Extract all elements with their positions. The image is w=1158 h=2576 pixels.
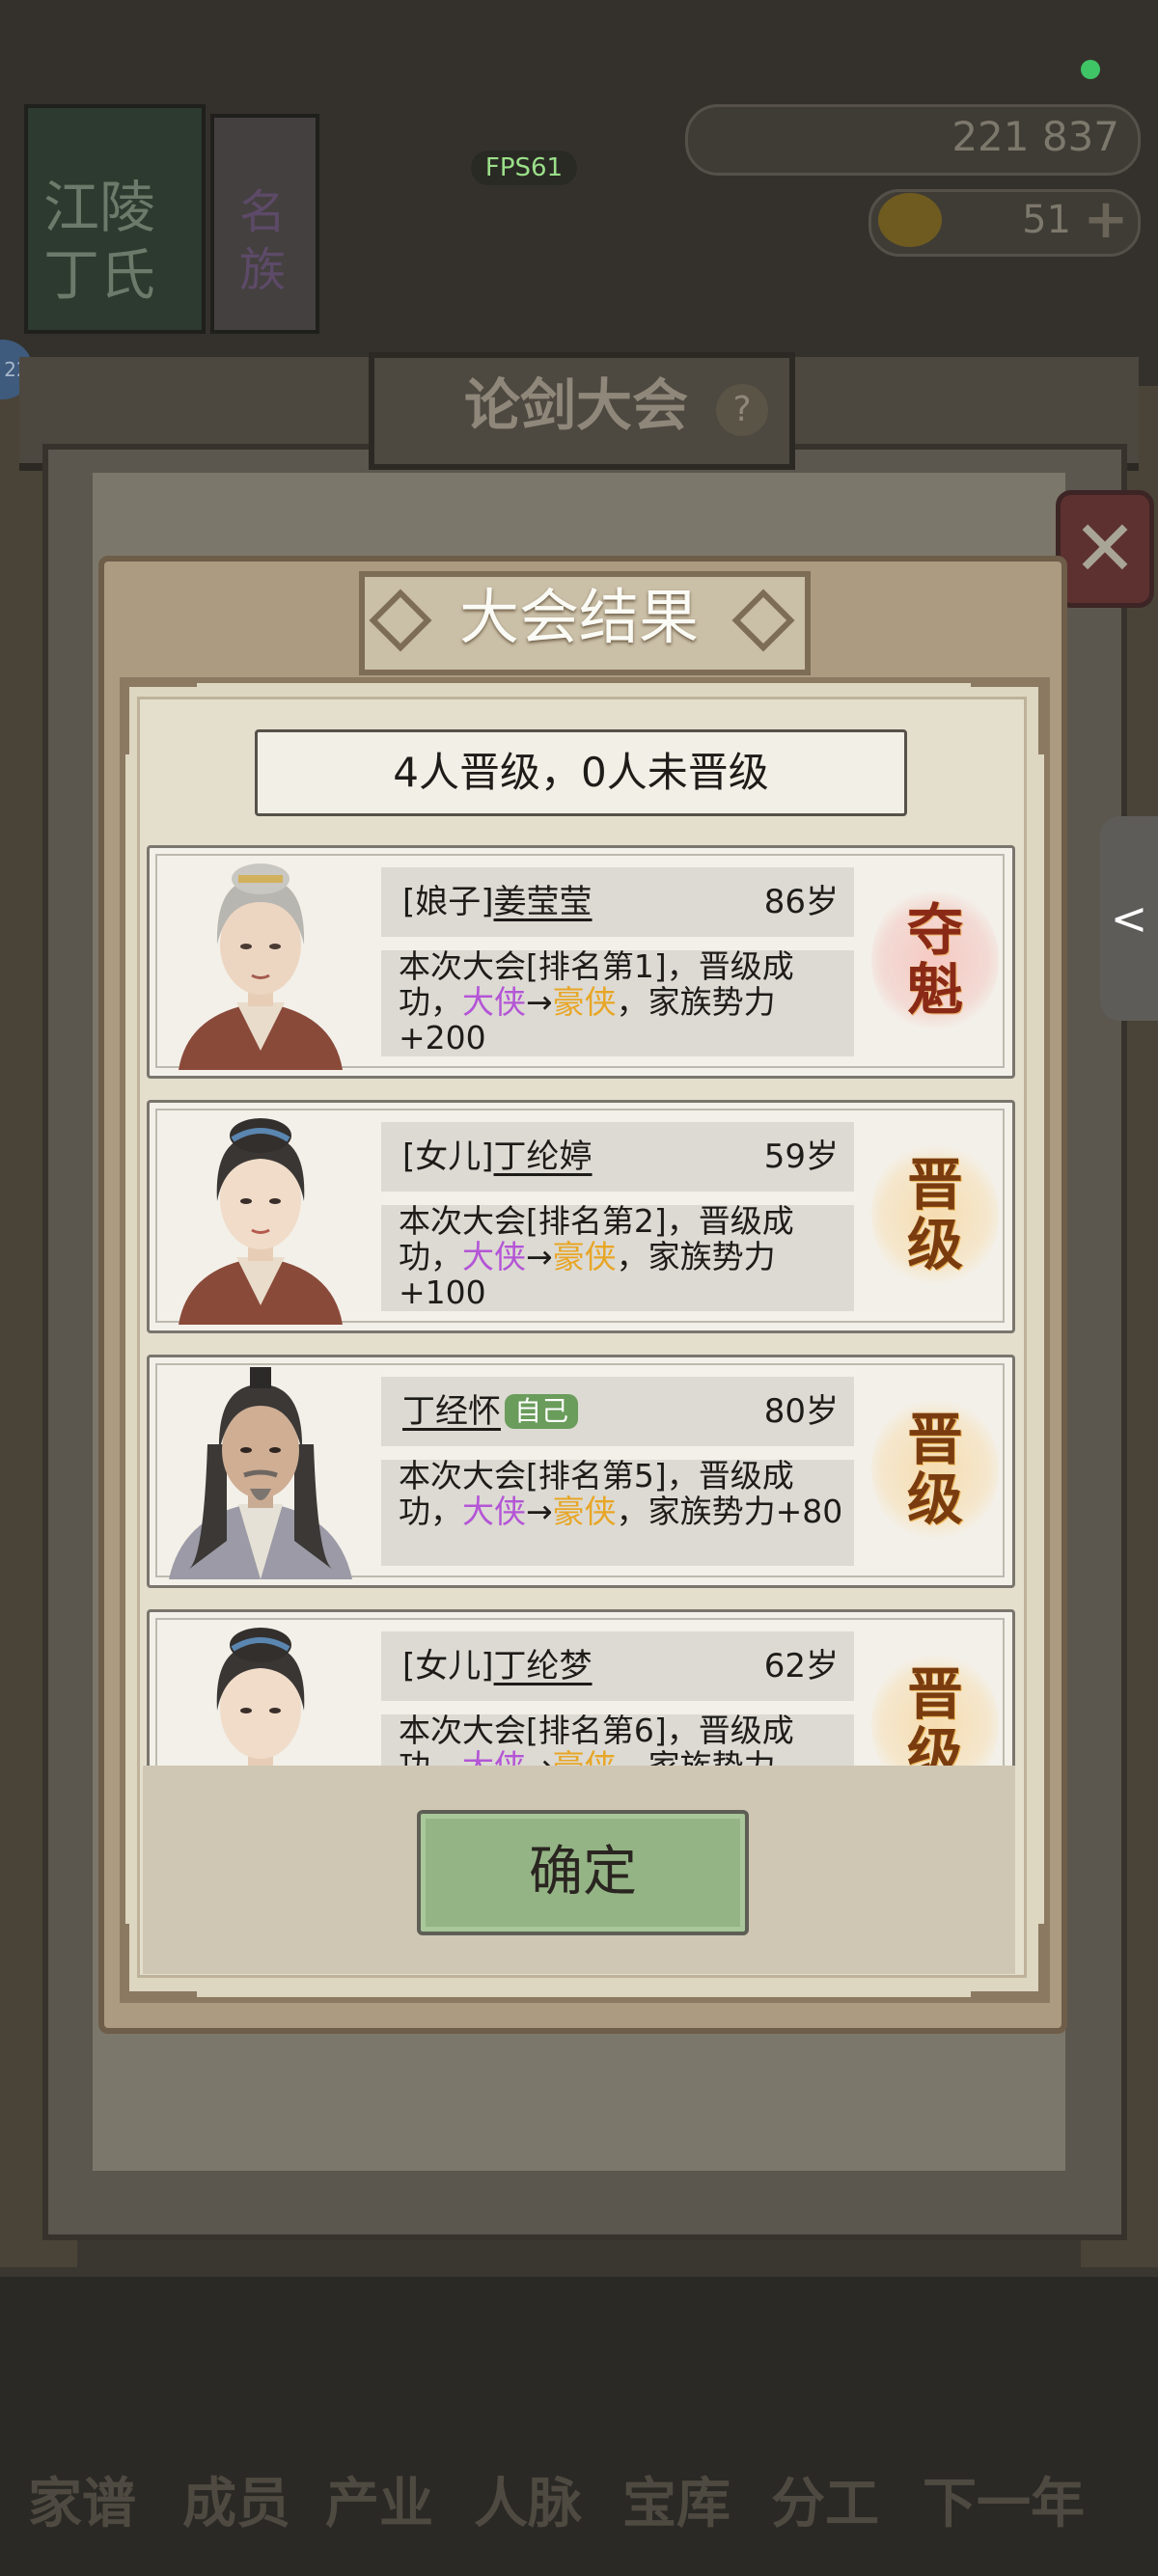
side-panel-toggle[interactable]: < bbox=[1100, 816, 1158, 1021]
results-list[interactable]: [娘子]姜莹莹 86岁 本次大会[排名第1]，晋级成功，大侠→豪侠，家族势力+2… bbox=[143, 841, 1015, 1766]
help-icon[interactable]: ? bbox=[716, 384, 768, 436]
seal-text: 晋级 bbox=[906, 1152, 963, 1277]
fps-counter: FPS61 bbox=[471, 151, 577, 185]
member-card: [女儿]丁纶婷 59岁 本次大会[排名第2]，晋级成功，大侠→豪侠，家族势力+1… bbox=[147, 1100, 1015, 1333]
member-name[interactable]: [娘子]姜莹莹 bbox=[402, 867, 593, 937]
member-portrait bbox=[179, 863, 343, 1070]
member-relation: [女儿] bbox=[402, 1647, 494, 1685]
add-gold-icon[interactable]: + bbox=[1079, 193, 1133, 247]
nav-assignments[interactable]: 分工 bbox=[753, 2470, 897, 2537]
rank-to: 豪侠 bbox=[553, 1747, 617, 1766]
clan-rank-text: 名族 bbox=[238, 185, 286, 297]
self-tag: 自己 bbox=[505, 1394, 579, 1429]
rank-from: 大侠 bbox=[462, 1493, 526, 1530]
result-summary: 4人晋级，0人未晋级 bbox=[255, 729, 907, 816]
corner-ornament bbox=[971, 677, 1048, 754]
member-relation: [娘子] bbox=[402, 883, 494, 921]
seal-text: 晋级 bbox=[906, 1661, 963, 1766]
member-age: 59岁 bbox=[763, 1137, 839, 1176]
seal-text: 晋级 bbox=[906, 1407, 963, 1532]
member-name[interactable]: 丁经怀 自己 bbox=[402, 1377, 579, 1446]
member-card: [女儿]丁纶梦 62岁 本次大会[排名第6]，晋级成功，大侠→豪侠，家族势力 晋… bbox=[147, 1609, 1015, 1766]
seal-text: 夺魁 bbox=[906, 897, 963, 1023]
member-card: 丁经怀 自己 80岁 本次大会[排名第5]，晋级成功，大侠→豪侠，家族势力+80 … bbox=[147, 1355, 1015, 1588]
rank-from: 大侠 bbox=[462, 1238, 526, 1275]
member-portrait bbox=[216, 1628, 305, 1766]
nav-members[interactable]: 成员 bbox=[164, 2470, 309, 2537]
rank-to: 豪侠 bbox=[552, 1493, 617, 1530]
promoted-seal: 晋级 bbox=[871, 1141, 999, 1288]
bottom-nav bbox=[0, 2354, 1158, 2576]
result-suffix: ，家族势力+80 bbox=[616, 1493, 843, 1530]
rank-arrow: → bbox=[526, 1493, 553, 1530]
member-name-link[interactable]: 丁经怀 bbox=[402, 1392, 501, 1431]
confirm-button[interactable]: 确定 bbox=[417, 1810, 749, 1935]
dialog-title: 大会结果 bbox=[458, 582, 699, 652]
member-card: [娘子]姜莹莹 86岁 本次大会[排名第1]，晋级成功，大侠→豪侠，家族势力+2… bbox=[147, 845, 1015, 1079]
rank-arrow: → bbox=[526, 1238, 553, 1275]
member-name-link[interactable]: 姜莹莹 bbox=[494, 883, 593, 921]
member-name-link[interactable]: 丁纶梦 bbox=[494, 1647, 593, 1685]
member-name[interactable]: [女儿]丁纶婷 bbox=[402, 1122, 593, 1192]
member-result-text: 本次大会[排名第5]，晋级成功，大侠→豪侠，家族势力+80 bbox=[399, 1458, 852, 1529]
rank-from: 大侠 bbox=[462, 1747, 526, 1766]
rank-arrow: → bbox=[526, 1747, 553, 1766]
nav-next-year[interactable]: 下一年 bbox=[907, 2470, 1100, 2537]
nav-treasury[interactable]: 宝库 bbox=[604, 2470, 749, 2537]
member-age: 86岁 bbox=[763, 883, 839, 921]
member-age: 80岁 bbox=[763, 1392, 839, 1431]
member-result-text: 本次大会[排名第1]，晋级成功，大侠→豪侠，家族势力+200 bbox=[399, 948, 852, 1055]
gold-ingot-icon bbox=[878, 193, 942, 247]
promoted-seal: 晋级 bbox=[871, 1651, 999, 1766]
rank-to: 豪侠 bbox=[552, 1238, 617, 1275]
member-portrait bbox=[169, 1367, 352, 1579]
gold-amount: 51 bbox=[1022, 198, 1071, 242]
status-dot-icon bbox=[1081, 60, 1100, 79]
member-relation: [女儿] bbox=[402, 1137, 494, 1176]
member-name-link[interactable]: 丁纶婷 bbox=[494, 1137, 593, 1176]
promoted-seal: 晋级 bbox=[871, 1396, 999, 1543]
member-result-text: 本次大会[排名第6]，晋级成功，大侠→豪侠，家族势力 bbox=[399, 1713, 852, 1766]
close-button[interactable]: ✕ bbox=[1056, 490, 1154, 608]
rank-arrow: → bbox=[526, 983, 553, 1021]
member-result-text: 本次大会[排名第2]，晋级成功，大侠→豪侠，家族势力+100 bbox=[399, 1203, 852, 1310]
nav-industry[interactable]: 产业 bbox=[307, 2470, 452, 2537]
nav-family-tree[interactable]: 家谱 bbox=[10, 2470, 154, 2537]
nav-connections[interactable]: 人脉 bbox=[455, 2470, 600, 2537]
rank-from: 大侠 bbox=[462, 983, 526, 1021]
resource-values: 221 837 bbox=[951, 113, 1119, 160]
family-banner-text: 江陵丁氏 bbox=[43, 175, 156, 308]
member-age: 62岁 bbox=[763, 1647, 839, 1685]
corner-ornament bbox=[120, 677, 197, 754]
member-name[interactable]: [女儿]丁纶梦 bbox=[402, 1631, 593, 1701]
result-suffix: ，家族势力 bbox=[617, 1747, 776, 1766]
member-portrait bbox=[179, 1118, 343, 1325]
champion-seal: 夺魁 bbox=[871, 887, 999, 1033]
rank-to: 豪侠 bbox=[552, 983, 617, 1021]
